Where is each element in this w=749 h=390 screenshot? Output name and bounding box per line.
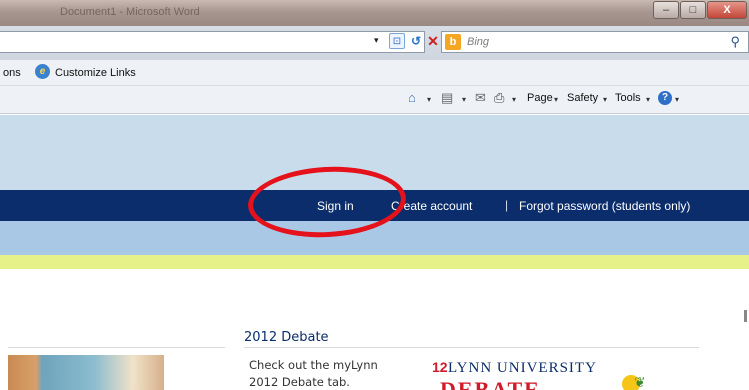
- scrollbar-marker[interactable]: [744, 310, 747, 322]
- forgot-password-link[interactable]: Forgot password (students only): [519, 199, 690, 213]
- browser-window: Document1 - Microsoft Word – □ X ▾ ⊡ ↺ ✕…: [0, 0, 749, 390]
- help-icon[interactable]: ?: [658, 91, 672, 105]
- news-photo[interactable]: [8, 355, 164, 390]
- search-placeholder: Bing: [467, 36, 490, 48]
- close-button[interactable]: X: [707, 1, 747, 19]
- tools-menu[interactable]: Tools: [615, 92, 641, 104]
- page-menu[interactable]: Page: [527, 92, 553, 104]
- address-toolbar: ▾ ⊡ ↺ ✕ b Bing ⚲: [0, 26, 749, 60]
- window-title: Document1 - Microsoft Word: [60, 6, 200, 18]
- address-dropdown-icon[interactable]: ▾: [374, 35, 379, 46]
- debate-banner-image[interactable]: 12 LYNN UNIVERSITY DEBATE ❦: [432, 358, 672, 390]
- help-dropdown-icon[interactable]: ▾: [675, 95, 679, 104]
- debate-section-title: 2012 Debate: [244, 330, 329, 345]
- page-dropdown-icon[interactable]: ▾: [554, 95, 558, 104]
- search-icon[interactable]: ⚲: [730, 34, 740, 50]
- palm-tree-icon: ❦: [634, 374, 646, 390]
- accent-strip: [0, 255, 749, 269]
- ie-page-icon: e: [35, 64, 50, 79]
- banner-debate-word: DEBATE: [440, 377, 541, 390]
- tools-dropdown-icon[interactable]: ▾: [646, 95, 650, 104]
- divider: [8, 347, 225, 348]
- feeds-dropdown-icon[interactable]: ▾: [462, 95, 466, 104]
- banner-university: LYNN UNIVERSITY: [448, 360, 597, 376]
- feeds-icon[interactable]: ▤: [441, 90, 453, 106]
- compatibility-view-icon[interactable]: ⊡: [389, 33, 405, 49]
- print-icon[interactable]: ⎙: [494, 90, 504, 106]
- safety-menu[interactable]: Safety: [567, 92, 598, 104]
- mail-icon[interactable]: ✉: [475, 90, 486, 106]
- debate-section-text: Check out the myLynn 2012 Debate tab. Yo…: [249, 358, 378, 389]
- customize-links-link[interactable]: Customize Links: [55, 67, 136, 79]
- command-bar: ⌂ ▾ ▤ ▾ ✉ ⎙ ▾ Page ▾ Safety ▾ Tools ▾ ? …: [0, 86, 749, 114]
- nav-separator: |: [505, 198, 509, 212]
- window-controls: – □ X: [652, 1, 747, 19]
- safety-dropdown-icon[interactable]: ▾: [603, 95, 607, 104]
- links-bar: ons e Customize Links: [0, 60, 749, 86]
- links-truncated-text: ons: [3, 67, 21, 79]
- home-dropdown-icon[interactable]: ▾: [427, 95, 431, 104]
- address-input[interactable]: [0, 31, 425, 53]
- search-input[interactable]: b Bing ⚲: [441, 31, 749, 53]
- title-bar: Document1 - Microsoft Word – □ X: [0, 0, 749, 26]
- maximize-button[interactable]: □: [680, 1, 706, 19]
- divider: [244, 347, 699, 348]
- banner-year: 12: [432, 359, 448, 375]
- bing-logo-icon: b: [445, 34, 461, 50]
- print-dropdown-icon[interactable]: ▾: [512, 95, 516, 104]
- home-icon[interactable]: ⌂: [408, 90, 416, 105]
- refresh-icon[interactable]: ↺: [408, 33, 424, 49]
- stop-icon[interactable]: ✕: [425, 33, 441, 49]
- minimize-button[interactable]: –: [653, 1, 679, 19]
